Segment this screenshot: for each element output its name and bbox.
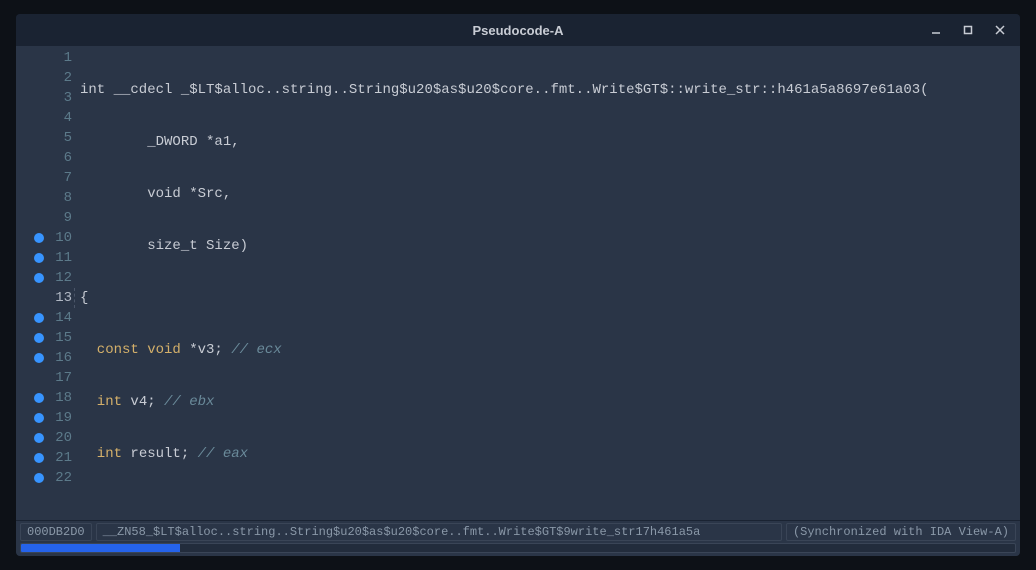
line-number: 22 — [55, 468, 72, 488]
line-number: 3 — [64, 88, 72, 108]
decl-line[interactable]: int v4; // ebx — [78, 392, 1020, 412]
status-address[interactable]: 000DB2D0 — [20, 523, 92, 541]
decl-line[interactable]: const void *v3; // ecx — [78, 340, 1020, 360]
line-number: 7 — [64, 168, 72, 188]
gutter-line[interactable]: 20 — [16, 428, 78, 448]
close-button[interactable] — [984, 14, 1016, 46]
param-line[interactable]: void *Src, — [78, 184, 1020, 204]
breakpoint-icon[interactable] — [34, 413, 44, 423]
gutter-line[interactable]: 11 — [16, 248, 78, 268]
window-controls — [920, 14, 1016, 46]
minimize-button[interactable] — [920, 14, 952, 46]
line-number: 8 — [64, 188, 72, 208]
gutter-line[interactable]: 4 — [16, 108, 78, 128]
status-sync[interactable]: (Synchronized with IDA View-A) — [786, 523, 1016, 541]
line-number: 9 — [64, 208, 72, 228]
code-area[interactable]: int __cdecl _$LT$alloc..string..String$u… — [78, 46, 1020, 520]
gutter-line[interactable]: 14 — [16, 308, 78, 328]
breakpoint-icon[interactable] — [34, 313, 44, 323]
gutter-line[interactable]: 22 — [16, 468, 78, 488]
breakpoint-icon[interactable] — [34, 393, 44, 403]
breakpoint-icon[interactable] — [34, 253, 44, 263]
gutter-line[interactable]: 21 — [16, 448, 78, 468]
gutter-line[interactable]: 12 — [16, 268, 78, 288]
line-number: 17 — [55, 368, 72, 388]
window-frame: Pseudocode-A 123456789101112131415161718… — [16, 14, 1020, 556]
gutter-line[interactable]: 16 — [16, 348, 78, 368]
gutter-line[interactable]: 6 — [16, 148, 78, 168]
window-title: Pseudocode-A — [472, 23, 563, 38]
decl-line[interactable]: int result; // eax — [78, 444, 1020, 464]
gutter-line[interactable]: 7 — [16, 168, 78, 188]
param-line[interactable]: _DWORD *a1, — [78, 132, 1020, 152]
line-number: 14 — [55, 308, 72, 328]
line-number: 1 — [64, 48, 72, 68]
gutter-line[interactable]: 19 — [16, 408, 78, 428]
maximize-button[interactable] — [952, 14, 984, 46]
progress-row — [16, 542, 1020, 556]
line-number: 21 — [55, 448, 72, 468]
gutter-line[interactable]: 17 — [16, 368, 78, 388]
breakpoint-icon[interactable] — [34, 433, 44, 443]
line-number: 19 — [55, 408, 72, 428]
line-number: 10 — [55, 228, 72, 248]
line-number: 4 — [64, 108, 72, 128]
line-number: 2 — [64, 68, 72, 88]
gutter-line[interactable]: 1 — [16, 48, 78, 68]
line-number: 12 — [55, 268, 72, 288]
breakpoint-icon[interactable] — [34, 333, 44, 343]
code-editor[interactable]: 12345678910111213141516171819202122 int … — [16, 46, 1020, 520]
titlebar[interactable]: Pseudocode-A — [16, 14, 1020, 46]
status-function[interactable]: __ZN58_$LT$alloc..string..String$u20$as$… — [96, 523, 782, 541]
line-number: 13 — [55, 288, 72, 308]
gutter-line[interactable]: 18 — [16, 388, 78, 408]
line-number: 15 — [55, 328, 72, 348]
status-bar: 000DB2D0 __ZN58_$LT$alloc..string..Strin… — [16, 520, 1020, 542]
bracket-guide — [74, 288, 75, 308]
progress-fill — [21, 544, 180, 552]
breakpoint-icon[interactable] — [34, 273, 44, 283]
blank-line[interactable] — [78, 496, 1020, 516]
progress-bar[interactable] — [20, 543, 1016, 553]
line-number: 20 — [55, 428, 72, 448]
line-number: 16 — [55, 348, 72, 368]
gutter-line[interactable]: 2 — [16, 68, 78, 88]
breakpoint-icon[interactable] — [34, 453, 44, 463]
gutter[interactable]: 12345678910111213141516171819202122 — [16, 46, 78, 520]
brace-line[interactable]: { — [78, 288, 1020, 308]
line-number: 5 — [64, 128, 72, 148]
gutter-line[interactable]: 3 — [16, 88, 78, 108]
param-line[interactable]: size_t Size) — [78, 236, 1020, 256]
gutter-line[interactable]: 8 — [16, 188, 78, 208]
gutter-line[interactable]: 9 — [16, 208, 78, 228]
breakpoint-icon[interactable] — [34, 353, 44, 363]
line-number: 6 — [64, 148, 72, 168]
gutter-line[interactable]: 15 — [16, 328, 78, 348]
breakpoint-icon[interactable] — [34, 473, 44, 483]
line-number: 18 — [55, 388, 72, 408]
line-number: 11 — [55, 248, 72, 268]
gutter-line[interactable]: 10 — [16, 228, 78, 248]
gutter-line[interactable]: 5 — [16, 128, 78, 148]
gutter-line[interactable]: 13 — [16, 288, 78, 308]
function-signature[interactable]: int __cdecl _$LT$alloc..string..String$u… — [80, 82, 929, 98]
breakpoint-icon[interactable] — [34, 233, 44, 243]
